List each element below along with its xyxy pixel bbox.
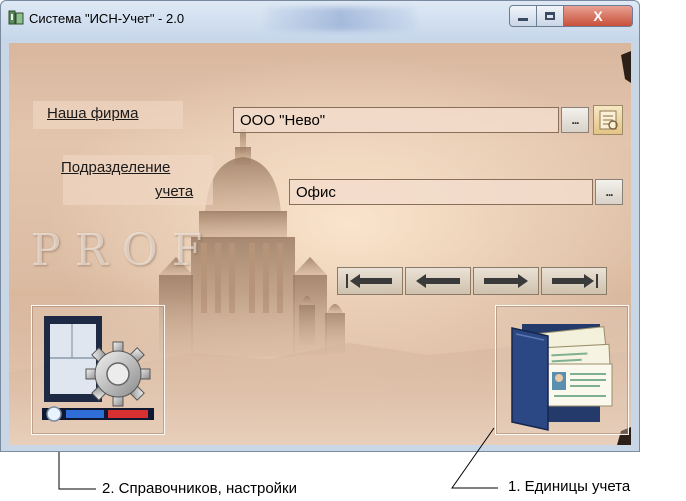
settings-caption: 2. Справочников, настройки	[102, 480, 297, 497]
settings-callout-line	[58, 427, 498, 490]
units-caption: 1. Единицы учета	[508, 478, 631, 495]
